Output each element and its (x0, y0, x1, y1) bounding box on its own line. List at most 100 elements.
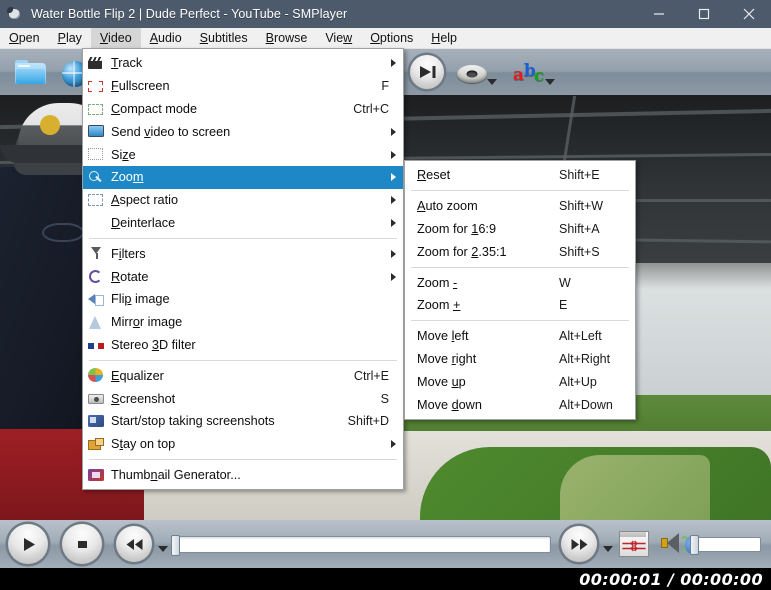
abc-icon: abc (513, 61, 545, 86)
app-icon (7, 6, 23, 22)
submenu-item-move-up[interactable]: Move up Alt+Up (405, 370, 635, 393)
submenu-item-zoom-in[interactable]: Zoom + E (405, 294, 635, 317)
submenu-item-auto-zoom[interactable]: Auto zoom Shift+W (405, 195, 635, 218)
chevron-right-icon (391, 127, 396, 136)
submenu-item-zoom-16-9[interactable]: Zoom for 16:9 Shift+A (405, 218, 635, 241)
submenu-item-shortcut: E (559, 298, 568, 313)
menu-browse[interactable]: Browse (257, 28, 317, 48)
dvd-menu-button[interactable] (449, 52, 493, 92)
thumbnail-icon (83, 464, 111, 487)
minimize-button[interactable] (636, 0, 681, 28)
menu-item-stereo-3d-filter[interactable]: Stereo 3D filter (83, 334, 403, 357)
chevron-right-icon (391, 218, 396, 227)
flip-icon (83, 288, 111, 311)
chevron-right-icon (391, 249, 396, 258)
menu-item-size[interactable]: Size (83, 143, 403, 166)
window-controls (636, 0, 771, 28)
menu-item-aspect-ratio[interactable]: Aspect ratio (83, 189, 403, 212)
submenu-item-label: Move down (417, 397, 482, 412)
chevron-right-icon (391, 59, 396, 68)
menu-item-deinterlace[interactable]: Deinterlace (83, 212, 403, 235)
menu-item-label: Filters (111, 246, 146, 261)
title-bar: Water Bottle Flip 2 | Dude Perfect - You… (0, 0, 771, 28)
filter-icon (83, 242, 111, 265)
chevron-right-icon (391, 196, 396, 205)
equalizer-icon (83, 364, 111, 387)
size-icon (83, 143, 111, 166)
subtitles-button[interactable]: abc (507, 52, 551, 92)
menu-item-shortcut: Ctrl+E (353, 368, 389, 383)
rewind-button[interactable] (116, 526, 152, 562)
menu-item-zoom[interactable]: Zoom (83, 165, 403, 189)
scene-green-highlight (560, 455, 710, 520)
seek-handle[interactable] (171, 534, 180, 556)
menu-item-label: Deinterlace (111, 215, 176, 230)
menu-help[interactable]: Help (422, 28, 466, 48)
seek-slider[interactable] (171, 534, 551, 556)
skip-next-icon (410, 55, 444, 89)
menu-play[interactable]: Play (49, 28, 91, 48)
menu-item-rotate[interactable]: Rotate (83, 265, 403, 288)
menu-item-shortcut: Ctrl+C (353, 101, 389, 116)
next-button[interactable] (405, 52, 449, 92)
screenshots-icon (83, 410, 111, 433)
time-display: 00:00:01 / 00:00:00 (579, 570, 763, 589)
submenu-item-move-left[interactable]: Move left Alt+Left (405, 325, 635, 348)
menu-item-thumbnail-generator[interactable]: Thumbnail Generator... (83, 464, 403, 487)
menu-item-shortcut: Shift+D (347, 414, 389, 429)
menu-item-equalizer[interactable]: Equalizer Ctrl+E (83, 364, 403, 387)
menu-item-flip-image[interactable]: Flip image (83, 288, 403, 311)
forward-button[interactable] (561, 526, 597, 562)
submenu-item-zoom-235-1[interactable]: Zoom for 2.35:1 Shift+S (405, 240, 635, 263)
menu-item-stay-on-top[interactable]: Stay on top (83, 433, 403, 456)
menu-view[interactable]: View (316, 28, 361, 48)
chevron-right-icon (391, 173, 396, 182)
menu-item-label: Size (111, 147, 136, 162)
menu-subtitles[interactable]: Subtitles (191, 28, 257, 48)
menu-audio[interactable]: Audio (141, 28, 191, 48)
menu-item-mirror-image[interactable]: Mirror image (83, 311, 403, 334)
menu-item-label: Start/stop taking screenshots (111, 414, 275, 429)
menu-item-fullscreen[interactable]: Fullscreen F (83, 75, 403, 98)
submenu-item-reset[interactable]: Reset Shift+E (405, 164, 635, 187)
chevron-right-icon (391, 440, 396, 449)
menu-options[interactable]: Options (361, 28, 422, 48)
fullscreen-icon (83, 75, 111, 98)
submenu-item-label: Zoom - (417, 275, 458, 290)
smplayer-window: Water Bottle Flip 2 | Dude Perfect - You… (0, 0, 771, 590)
play-button[interactable] (8, 524, 48, 564)
close-button[interactable] (726, 0, 771, 28)
compact-icon (83, 98, 111, 121)
menu-item-label: Compact mode (111, 101, 198, 116)
volume-slider[interactable] (685, 534, 761, 555)
submenu-item-zoom-out[interactable]: Zoom - W (405, 271, 635, 294)
menu-item-label: Flip image (111, 292, 170, 307)
menu-item-label: Rotate (111, 269, 149, 284)
menu-item-start-stop-screenshots[interactable]: Start/stop taking screenshots Shift+D (83, 410, 403, 433)
open-file-button[interactable] (8, 52, 52, 92)
fullscreen-button[interactable]: ⟶ ⟵ ⟶ ⟵ (619, 531, 649, 557)
rewind-chevron-down-icon[interactable] (158, 546, 168, 552)
chevron-right-icon (391, 150, 396, 159)
submenu-item-label: Move right (417, 351, 477, 366)
maximize-button[interactable] (681, 0, 726, 28)
menu-item-track[interactable]: Track (83, 52, 403, 75)
menu-item-screenshot[interactable]: Screenshot S (83, 387, 403, 410)
menu-item-label: Stereo 3D filter (111, 337, 196, 352)
menu-open[interactable]: Open (0, 28, 49, 48)
menu-item-send-video-to-screen[interactable]: Send video to screen (83, 120, 403, 143)
volume-handle[interactable] (690, 534, 699, 555)
submenu-item-label: Zoom for 2.35:1 (417, 244, 507, 259)
submenu-item-move-right[interactable]: Move right Alt+Right (405, 348, 635, 371)
submenu-item-move-down[interactable]: Move down Alt+Down (405, 393, 635, 416)
menu-item-label: Send video to screen (111, 124, 231, 139)
stop-button[interactable] (62, 524, 102, 564)
menu-separator (89, 459, 397, 461)
menu-item-filters[interactable]: Filters (83, 242, 403, 265)
submenu-item-shortcut: Alt+Up (559, 374, 597, 389)
menu-video[interactable]: Video (90, 28, 141, 48)
menu-item-compact-mode[interactable]: Compact mode Ctrl+C (83, 98, 403, 121)
zoom-submenu: Reset Shift+E Auto zoom Shift+W Zoom for… (404, 160, 636, 420)
menu-item-label: Stay on top (111, 437, 176, 452)
forward-chevron-down-icon[interactable] (603, 546, 613, 552)
